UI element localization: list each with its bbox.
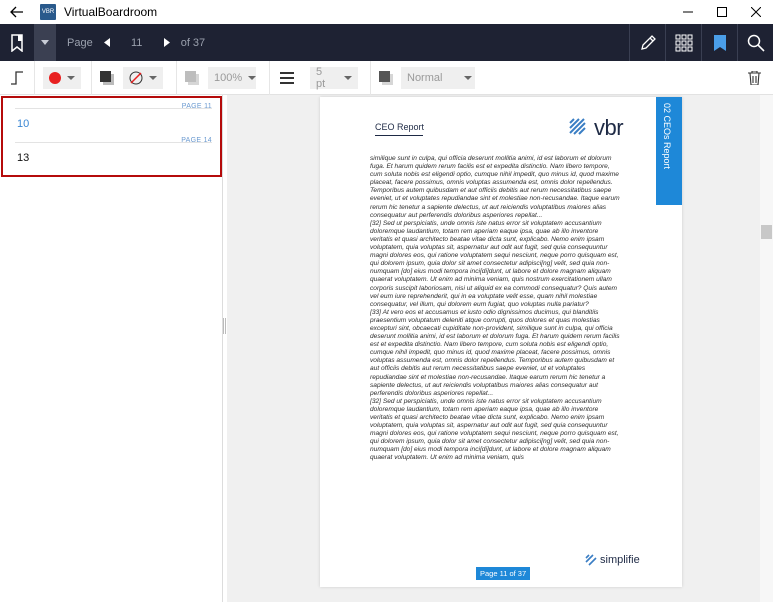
vertical-scrollbar[interactable] bbox=[760, 95, 773, 602]
line-width-box: 5 pt bbox=[310, 65, 358, 90]
section-tab-label: 02 CEOs Report bbox=[662, 103, 672, 170]
chevron-down-icon bbox=[67, 75, 75, 80]
fill-color-box bbox=[123, 66, 163, 89]
blend-mode-button[interactable] bbox=[371, 61, 401, 95]
bookmark-icon bbox=[713, 34, 726, 51]
chevron-down-icon bbox=[464, 75, 473, 80]
toolbar-right bbox=[629, 24, 773, 61]
bookmark-page-label: PAGE 11 bbox=[181, 103, 212, 110]
blend-mode-value: Normal bbox=[407, 71, 443, 84]
search-button[interactable] bbox=[737, 24, 773, 61]
bookmark-item[interactable]: PAGE 14 13 bbox=[11, 134, 212, 168]
bookmark-add-button[interactable] bbox=[0, 24, 34, 61]
stroke-color-dropdown[interactable] bbox=[39, 61, 85, 95]
bookmark-list: PAGE 11 10 PAGE 14 13 bbox=[1, 96, 222, 177]
separator bbox=[34, 60, 35, 95]
section-tab: 02 CEOs Report bbox=[656, 97, 682, 205]
document-view: CEO Report vbr 02 CEOs Report similique … bbox=[227, 95, 760, 602]
next-page-button[interactable] bbox=[157, 24, 177, 61]
line-width-value: 5 pt bbox=[316, 65, 326, 90]
window-title: VirtualBoardroom bbox=[64, 5, 158, 19]
bookmarks-button[interactable] bbox=[701, 24, 737, 61]
bookmark-add-icon bbox=[11, 33, 23, 52]
bookmark-title[interactable]: 10 bbox=[17, 118, 29, 130]
fill-color-dropdown[interactable] bbox=[122, 61, 164, 95]
vbr-logo-text: vbr bbox=[594, 115, 624, 140]
scrollbar-thumb[interactable] bbox=[761, 225, 772, 239]
annotate-button[interactable] bbox=[629, 24, 665, 61]
blend-mode-box: Normal bbox=[401, 66, 475, 89]
stroke-color-icon bbox=[49, 71, 61, 84]
prev-page-icon bbox=[103, 38, 110, 47]
vbr-logo: vbr bbox=[568, 115, 624, 141]
prev-page-button[interactable] bbox=[97, 24, 117, 61]
page-label: Page bbox=[67, 36, 93, 49]
line-width-button[interactable] bbox=[270, 61, 304, 95]
blend-mode-icon bbox=[379, 70, 393, 85]
page-header-title: CEO Report bbox=[375, 122, 425, 132]
page-number-badge: Page 11 of 37 bbox=[476, 567, 531, 580]
back-button[interactable] bbox=[0, 0, 34, 24]
blend-mode-dropdown[interactable]: Normal bbox=[401, 61, 475, 95]
opacity-value: 100% bbox=[214, 71, 243, 84]
app-window: VBR VirtualBoardroom Page 11 of 37 100% … bbox=[0, 0, 773, 602]
minimize-icon bbox=[683, 11, 693, 13]
line-tool-icon bbox=[11, 70, 23, 85]
chevron-down-icon bbox=[41, 40, 49, 45]
bookmark-page-label: PAGE 14 bbox=[181, 137, 212, 144]
header-underline bbox=[375, 135, 423, 136]
line-tool-button[interactable] bbox=[0, 61, 34, 95]
title-bar: VBR VirtualBoardroom bbox=[0, 0, 773, 24]
trash-icon bbox=[747, 70, 761, 85]
annotation-toolbar: 100% 5 pt Normal bbox=[0, 60, 773, 95]
close-button[interactable] bbox=[739, 0, 773, 24]
grid-icon bbox=[675, 34, 692, 51]
page-body-text: similique sunt in culpa, qui officia des… bbox=[370, 155, 620, 462]
thumbnails-button[interactable] bbox=[665, 24, 701, 61]
maximize-button[interactable] bbox=[705, 0, 739, 24]
simplifie-logo: simplifie bbox=[585, 554, 640, 566]
stroke-style-icon bbox=[100, 70, 114, 85]
next-page-icon bbox=[163, 38, 170, 47]
vbr-logo-icon bbox=[569, 118, 586, 135]
simplifie-logo-icon bbox=[585, 554, 597, 566]
delete-annotation-button[interactable] bbox=[741, 61, 767, 95]
page-number-input[interactable]: 11 bbox=[117, 37, 157, 49]
simplifie-logo-text: simplifie bbox=[600, 554, 640, 566]
main-toolbar: Page 11 of 37 bbox=[0, 24, 773, 61]
page-total: of 37 bbox=[180, 36, 206, 49]
opacity-dropdown[interactable]: 100% bbox=[207, 61, 257, 95]
minimize-button[interactable] bbox=[671, 0, 705, 24]
window-controls bbox=[671, 0, 773, 24]
shadow-button[interactable] bbox=[92, 61, 122, 95]
chevron-down-icon bbox=[344, 75, 352, 80]
line-width-icon bbox=[280, 71, 294, 84]
document-page: CEO Report vbr 02 CEOs Report similique … bbox=[320, 97, 682, 587]
app-logo: VBR bbox=[40, 4, 56, 20]
bookmark-menu-button[interactable] bbox=[34, 24, 56, 61]
opacity-button[interactable] bbox=[177, 61, 207, 95]
opacity-box: 100% bbox=[208, 66, 257, 89]
chevron-down-icon bbox=[149, 75, 157, 80]
stroke-color-box bbox=[43, 66, 81, 89]
panel-resize-handle[interactable] bbox=[223, 318, 226, 334]
line-width-dropdown[interactable]: 5 pt bbox=[308, 61, 360, 95]
pen-icon bbox=[640, 34, 656, 50]
close-icon bbox=[751, 7, 761, 17]
maximize-icon bbox=[717, 7, 727, 17]
bookmark-item[interactable]: PAGE 11 10 bbox=[11, 100, 212, 134]
back-arrow-icon bbox=[10, 6, 23, 18]
bookmarks-panel: PAGE 11 10 PAGE 14 13 bbox=[0, 95, 223, 602]
opacity-icon bbox=[185, 70, 199, 85]
chevron-down-icon bbox=[248, 75, 257, 80]
fill-color-icon bbox=[129, 71, 143, 84]
search-icon bbox=[747, 34, 765, 52]
bookmark-title[interactable]: 13 bbox=[17, 152, 29, 164]
